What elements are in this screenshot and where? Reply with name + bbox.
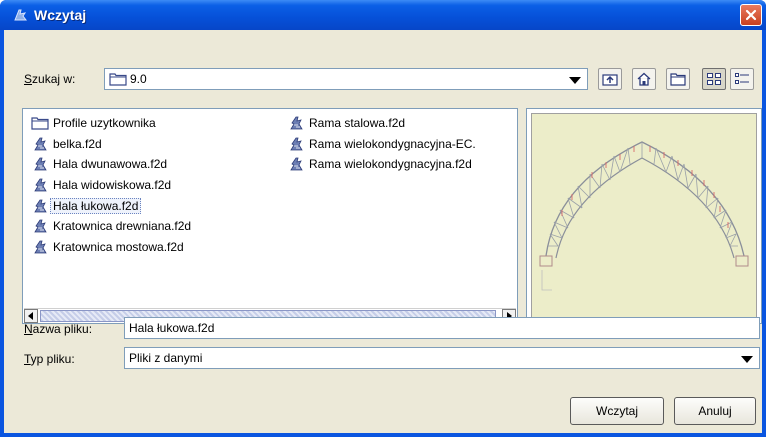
preview-panel xyxy=(526,108,762,324)
filetype-label: Typ pliku: xyxy=(24,352,75,366)
close-button[interactable] xyxy=(740,4,762,26)
preview-image xyxy=(531,113,757,319)
details-view-icon xyxy=(735,73,749,84)
f2d-file-icon xyxy=(31,156,49,172)
new-folder-icon xyxy=(670,73,686,86)
up-folder-icon xyxy=(602,74,618,86)
file-name: Rama stalowa.f2d xyxy=(309,116,406,131)
list-view-icon xyxy=(707,73,721,85)
file-list-item[interactable]: Hala dwunawowa.f2d xyxy=(29,154,195,175)
file-list[interactable]: Profile uzytkownika belka.f2d Hala dwunawo… xyxy=(22,108,518,324)
file-column-1: Profile uzytkownika belka.f2d Hala dwunawo… xyxy=(29,113,195,257)
file-list-item[interactable]: Rama stalowa.f2d xyxy=(285,113,480,134)
lookin-combo[interactable]: 9.0 xyxy=(104,68,588,90)
f2d-file-icon xyxy=(287,136,305,152)
file-name: belka.f2d xyxy=(53,136,102,151)
file-list-item[interactable]: Profile uzytkownika xyxy=(29,113,195,134)
f2d-file-icon xyxy=(287,156,305,172)
arch-structure-drawing xyxy=(539,141,749,291)
details-view-button[interactable] xyxy=(730,68,754,90)
file-list-item[interactable]: Kratownica drewniana.f2d xyxy=(29,216,195,237)
file-column-2: Rama stalowa.f2d Rama wielokondygnacyjna-… xyxy=(285,113,480,175)
window-title: Wczytaj xyxy=(34,7,87,23)
file-name: Rama wielokondygnacyjna.f2d xyxy=(309,157,472,172)
file-name: Hala dwunawowa.f2d xyxy=(53,157,168,172)
app-icon xyxy=(12,7,28,23)
f2d-file-icon xyxy=(31,136,49,152)
file-name: Kratownica mostowa.f2d xyxy=(53,239,184,254)
file-name: Hala łukowa.f2d xyxy=(50,197,142,214)
chevron-down-icon[interactable] xyxy=(741,356,753,363)
cancel-button[interactable]: Anuluj xyxy=(674,397,756,425)
file-list-item[interactable]: belka.f2d xyxy=(29,134,195,155)
f2d-file-icon xyxy=(31,218,49,234)
filetype-value: Pliki z danymi xyxy=(129,351,203,365)
home-icon xyxy=(637,72,651,86)
filename-input[interactable]: Hala łukowa.f2d xyxy=(124,317,760,339)
dialog-body: Szukaj w: 9.0 Profile uzytkownika belka.… xyxy=(4,30,762,433)
lookin-label: Szukaj w: xyxy=(24,72,76,86)
filename-label: Nazwa pliku: xyxy=(24,322,93,336)
list-view-button[interactable] xyxy=(702,68,726,90)
f2d-file-icon xyxy=(31,239,49,255)
filename-value: Hala łukowa.f2d xyxy=(129,321,215,335)
dialog-window: Wczytaj Szukaj w: 9.0 Profile uzytkownik… xyxy=(0,0,766,437)
new-folder-button[interactable] xyxy=(666,68,690,90)
f2d-file-icon xyxy=(31,177,49,193)
file-list-item[interactable]: Rama wielokondygnacyjna.f2d xyxy=(285,154,480,175)
chevron-left-icon xyxy=(28,312,33,320)
title-bar[interactable]: Wczytaj xyxy=(0,0,766,30)
filetype-combo[interactable]: Pliki z danymi xyxy=(124,347,760,369)
file-list-item[interactable]: Rama wielokondygnacyjna-EC. xyxy=(285,134,480,155)
chevron-down-icon[interactable] xyxy=(569,77,581,84)
f2d-file-icon xyxy=(31,198,49,214)
f2d-file-icon xyxy=(287,115,305,131)
file-name: Kratownica drewniana.f2d xyxy=(53,219,192,234)
up-folder-button[interactable] xyxy=(598,68,622,90)
close-icon xyxy=(745,9,757,21)
file-list-item[interactable]: Hala widowiskowa.f2d xyxy=(29,175,195,196)
file-name: Profile uzytkownika xyxy=(53,116,156,131)
folder-icon xyxy=(31,115,49,131)
file-name: Rama wielokondygnacyjna-EC. xyxy=(309,136,476,151)
file-name: Hala widowiskowa.f2d xyxy=(53,178,172,193)
file-list-item[interactable]: Hala łukowa.f2d xyxy=(29,195,195,216)
lookin-value: 9.0 xyxy=(130,72,147,86)
scroll-left-button[interactable] xyxy=(24,309,38,323)
file-list-item[interactable]: Kratownica mostowa.f2d xyxy=(29,237,195,258)
home-button[interactable] xyxy=(632,68,656,90)
folder-icon xyxy=(109,73,127,86)
open-button[interactable]: Wczytaj xyxy=(570,397,664,425)
